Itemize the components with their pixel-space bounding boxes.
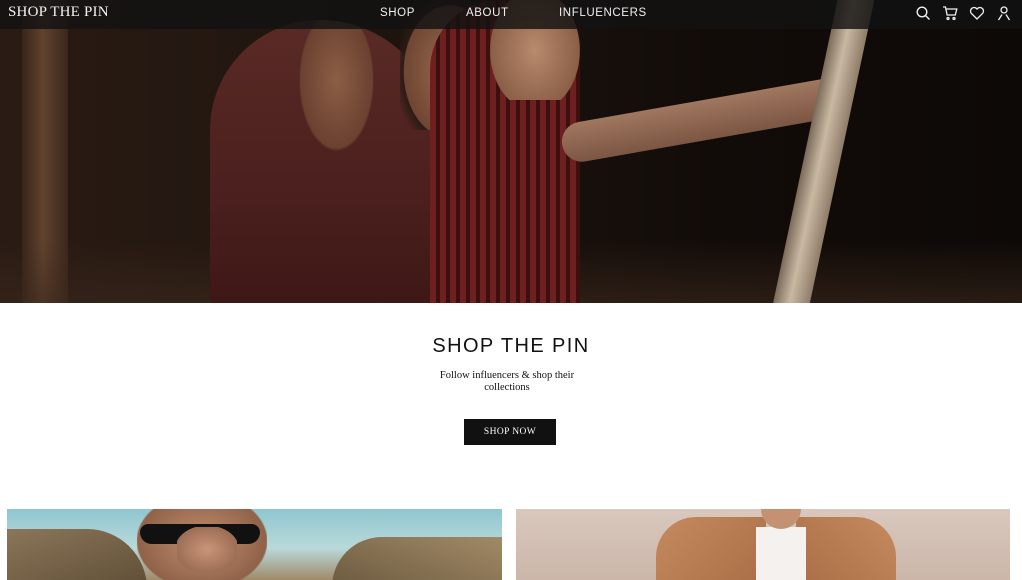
search-icon[interactable]: [915, 5, 931, 21]
tile-model-hand: [177, 527, 237, 572]
top-navbar: SHOP THE PIN SHOP ABOUT INFLUENCERS: [0, 0, 1022, 29]
promo-title: SHOP THE PIN: [432, 335, 590, 357]
influencer-tile-left[interactable]: [7, 509, 502, 580]
influencer-tile-right[interactable]: [516, 509, 1010, 580]
nav-link-shop[interactable]: SHOP: [380, 7, 415, 19]
tile-jacket: [656, 517, 766, 580]
shop-now-button[interactable]: SHOP NOW: [464, 419, 556, 445]
tile-shirt: [756, 527, 806, 580]
tile-jacket: [796, 517, 896, 580]
nav-link-about[interactable]: ABOUT: [466, 7, 509, 19]
user-icon[interactable]: [996, 5, 1012, 21]
tile-rock: [7, 529, 147, 580]
hero-image: [0, 0, 1022, 303]
main-nav: SHOP ABOUT INFLUENCERS: [0, 0, 1022, 29]
tile-model-neck: [761, 509, 801, 529]
tile-rock: [332, 537, 502, 580]
cart-icon[interactable]: [942, 5, 958, 21]
heart-icon[interactable]: [969, 5, 985, 21]
promo-subtitle: Follow influencers & shop their collecti…: [439, 370, 575, 393]
nav-link-influencers[interactable]: INFLUENCERS: [559, 7, 647, 19]
nav-icon-group: [915, 5, 1012, 21]
